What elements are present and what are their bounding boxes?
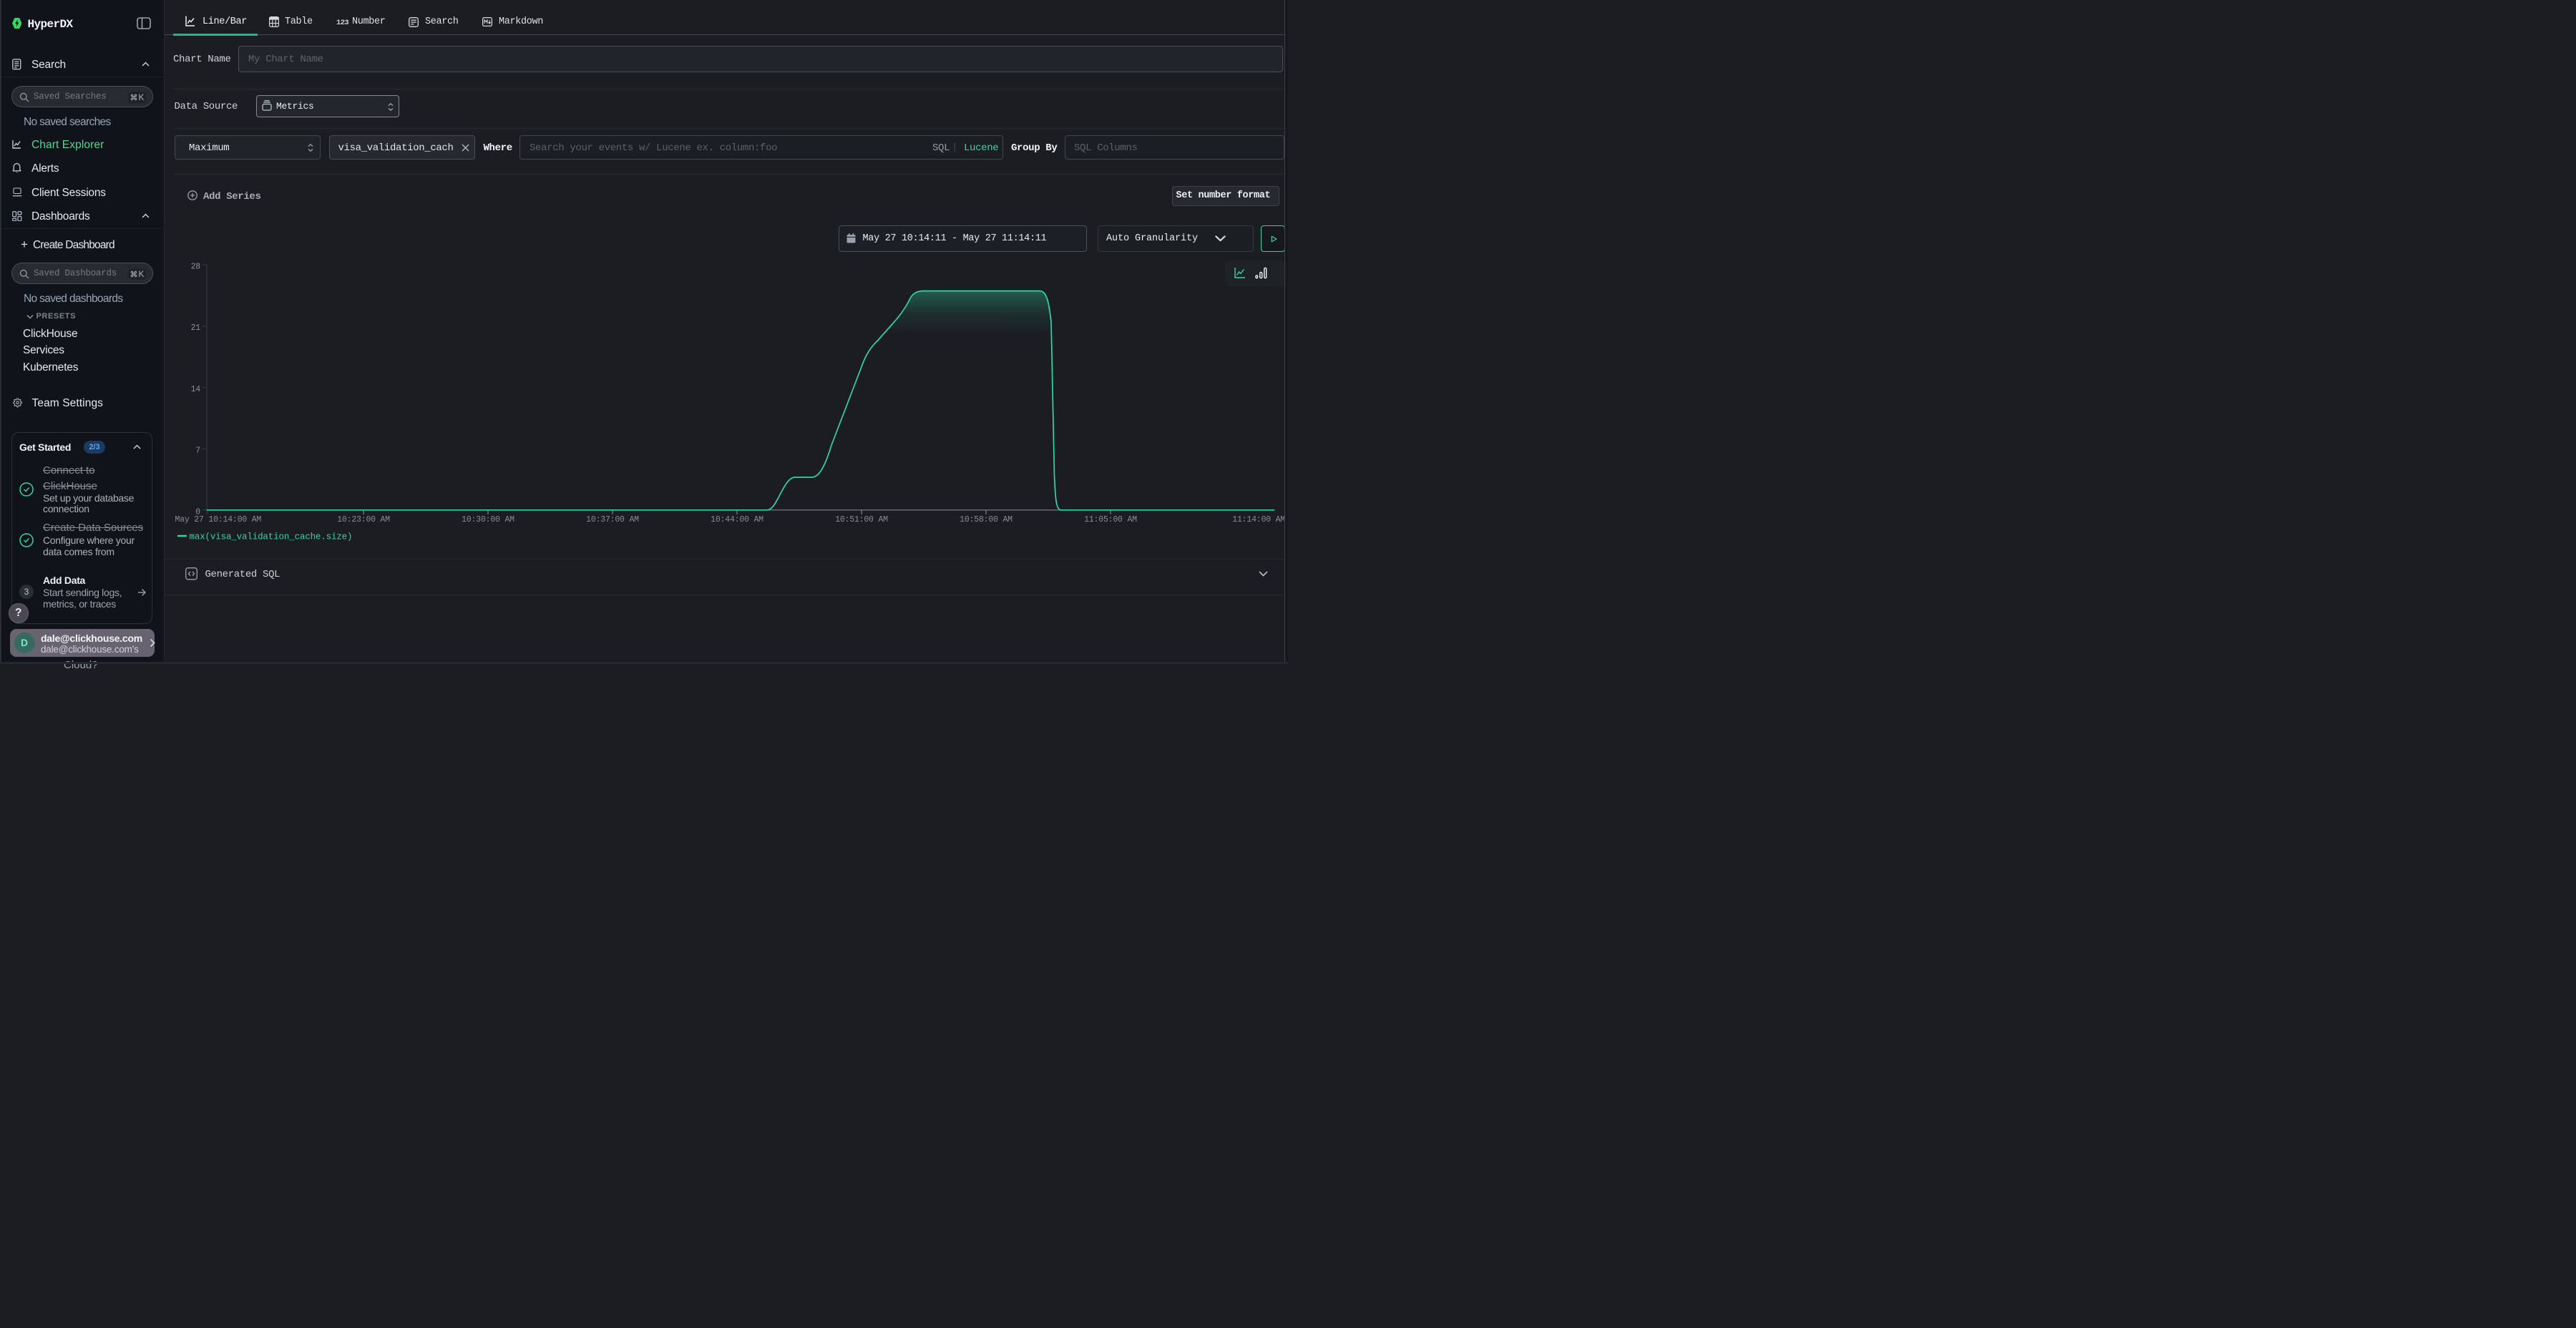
svg-text:10:37:00 AM: 10:37:00 AM <box>586 515 639 524</box>
svg-text:10:44:00 AM: 10:44:00 AM <box>711 515 763 524</box>
svg-text:21: 21 <box>191 323 201 333</box>
svg-text:11:05:00 AM: 11:05:00 AM <box>1084 515 1137 524</box>
svg-text:11:14:00 AM: 11:14:00 AM <box>1232 515 1285 524</box>
svg-text:10:23:00 AM: 10:23:00 AM <box>337 515 390 524</box>
svg-text:10:51:00 AM: 10:51:00 AM <box>835 515 888 524</box>
svg-text:28: 28 <box>191 263 201 272</box>
svg-text:7: 7 <box>195 446 200 456</box>
svg-text:14: 14 <box>191 385 201 394</box>
svg-text:max(visa_validation_cache.size: max(visa_validation_cache.size) <box>190 532 353 542</box>
svg-text:10:30:00 AM: 10:30:00 AM <box>462 515 514 524</box>
svg-text:10:58:00 AM: 10:58:00 AM <box>960 515 1013 524</box>
svg-text:May 27 10:14:00 AM: May 27 10:14:00 AM <box>175 515 262 524</box>
